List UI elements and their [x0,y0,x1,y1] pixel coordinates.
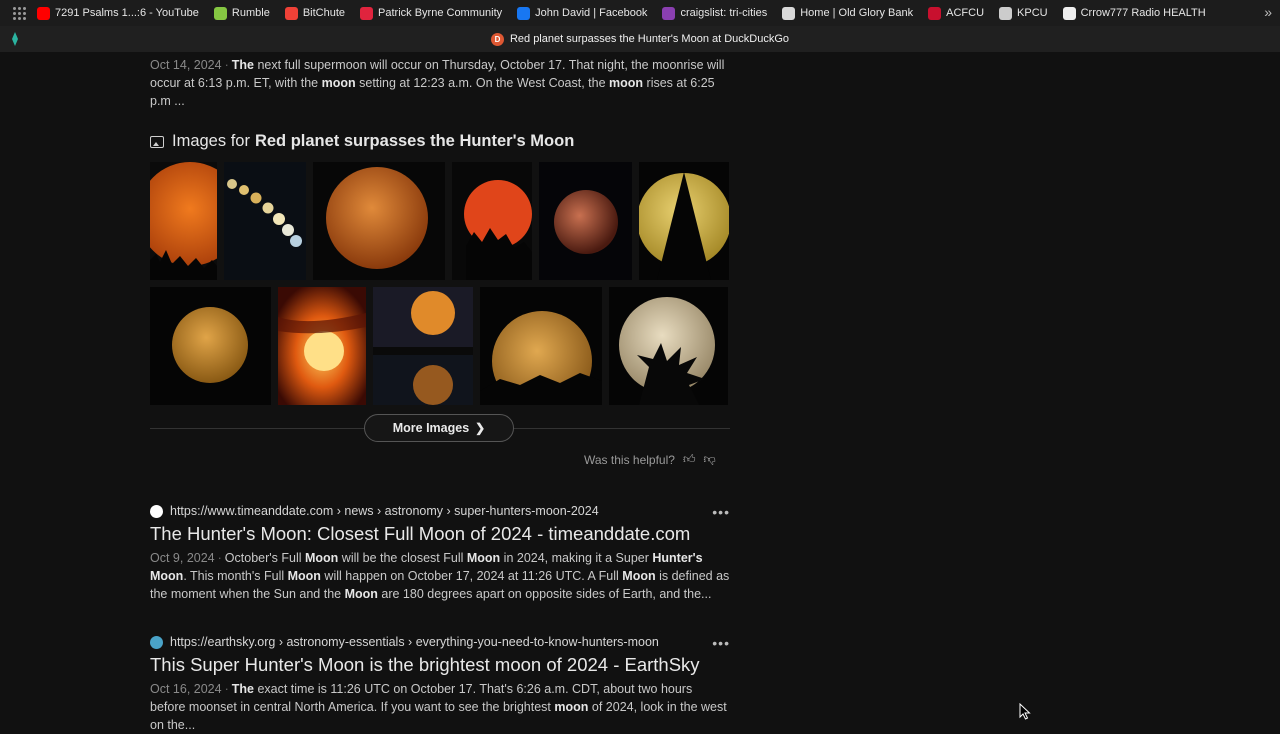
image-icon [150,135,164,148]
result-url-text: https://www.timeanddate.com › news › ast… [170,504,599,518]
image-thumbnail[interactable] [278,287,366,405]
image-thumbnail[interactable] [452,162,532,280]
bitchute-icon [284,6,298,20]
search-results: Oct 14, 2024 · The next full supermoon wil… [150,52,730,732]
bookmark-item[interactable]: BitChute [284,6,346,20]
bookmark-label: Rumble [231,7,270,19]
image-row-2 [150,287,728,405]
result-url[interactable]: https://www.timeanddate.com › news › ast… [150,504,730,518]
bookmark-item[interactable]: 7291 Psalms 1...:6 - YouTube [37,6,199,20]
facebook-icon [517,6,531,20]
bookmark-label: ACFCU [946,7,985,19]
helpful-label: Was this helpful? [584,452,675,467]
bookmark-label: Home | Old Glory Bank [800,7,914,19]
tab-bar: D Red planet surpasses the Hunter's Moon… [0,26,1280,52]
result-title[interactable]: This Super Hunter's Moon is the brightes… [150,653,730,677]
bank-icon [782,6,796,20]
result-date: Oct 9, 2024 [150,551,215,565]
bookmark-label: Patrick Byrne Community [378,7,503,19]
bookmark-item[interactable]: Patrick Byrne Community [360,6,503,20]
craigslist-icon [662,6,676,20]
bookmark-item[interactable]: Crrow777 Radio HEALTH [1062,6,1206,20]
crrow-icon [1062,6,1076,20]
bookmark-label: Crrow777 Radio HEALTH [1080,7,1206,19]
more-options-icon[interactable]: ••• [712,504,730,520]
result-snippet: Oct 9, 2024 · October's Full Moon will be … [150,551,730,601]
image-thumbnail[interactable] [539,162,632,280]
image-thumbnail[interactable] [373,287,473,405]
mouse-cursor-icon [1019,703,1031,720]
snippet-text: The next full supermoon will occur on Th… [150,58,725,108]
result-snippet-text: October's Full Moon will be the closest … [150,551,730,601]
bookmark-item[interactable]: ACFCU [928,6,985,20]
bookmark-item[interactable]: KPCU [999,6,1048,20]
more-images-button[interactable]: More Images ❯ [364,414,514,442]
bookmark-label: John David | Facebook [535,7,648,19]
feedback-row: Was this helpful? 👍︎ 👎︎ [584,452,716,467]
acfcu-icon [928,6,942,20]
bookmark-item[interactable]: John David | Facebook [517,6,648,20]
image-thumbnail[interactable] [224,162,306,280]
result-url-text: https://earthsky.org › astronomy-essenti… [170,635,659,649]
result-snippet-text: The exact time is 11:26 UTC on October 1… [150,682,727,732]
chevron-right-icon: ❯ [475,421,486,435]
sidebar-toggle-icon[interactable] [9,32,21,46]
bookmark-item[interactable]: Home | Old Glory Bank [782,6,914,20]
youtube-icon [37,6,50,20]
result-url[interactable]: https://earthsky.org › astronomy-essenti… [150,635,730,649]
bookmarks-overflow-icon[interactable]: » [1264,4,1272,20]
apps-grid-icon[interactable] [13,6,27,20]
thumbs-up-icon[interactable]: 👍︎ [683,452,696,467]
site-favicon-icon [150,504,163,518]
result-date: Oct 16, 2024 [150,682,222,696]
images-heading: Images for Red planet surpasses the Hunt… [150,132,730,151]
bookmarks-bar: 7291 Psalms 1...:6 - YouTube Rumble BitChu… [0,0,1280,26]
bookmark-label: BitChute [302,7,346,19]
image-thumbnail[interactable] [639,162,729,280]
image-thumbnail[interactable] [313,162,445,280]
duckduckgo-icon: D [490,32,504,46]
bookmark-item[interactable]: craigslist: tri-cities [662,6,768,20]
bookmark-label: craigslist: tri-cities [680,7,768,19]
community-icon [360,6,374,20]
kpcu-icon [999,6,1013,20]
bookmark-label: 7291 Psalms 1...:6 - YouTube [55,7,199,19]
image-thumbnail[interactable] [150,287,271,405]
image-thumbnail[interactable] [609,287,728,405]
bookmark-item[interactable]: Rumble [213,6,270,20]
result-title[interactable]: The Hunter's Moon: Closest Full Moon of … [150,522,730,546]
rumble-icon [213,6,227,20]
more-images-row: More Images ❯ [150,414,730,442]
site-favicon-icon [150,635,163,649]
search-result: https://earthsky.org › astronomy-essenti… [150,635,730,734]
more-options-icon[interactable]: ••• [712,635,730,651]
more-images-label: More Images [392,421,470,435]
result-snippet: Oct 16, 2024 · The exact time is 11:26 UTC… [150,682,727,732]
bookmark-label: KPCU [1017,7,1048,19]
image-thumbnail[interactable] [480,287,602,405]
snippet-date: Oct 14, 2024 [150,58,222,72]
image-row-1 [150,162,729,280]
image-thumbnail[interactable] [150,162,217,280]
search-result: https://www.timeanddate.com › news › ast… [150,504,730,603]
images-heading-query[interactable]: Red planet surpasses the Hunter's Moon [255,132,574,151]
images-heading-prefix: Images for [172,132,250,150]
top-result-snippet: Oct 14, 2024 · The next full supermoon wil… [150,58,725,108]
thumbs-down-icon[interactable]: 👎︎ [703,452,715,467]
tab-title[interactable]: Red planet surpasses the Hunter's Moon a… [510,33,789,45]
